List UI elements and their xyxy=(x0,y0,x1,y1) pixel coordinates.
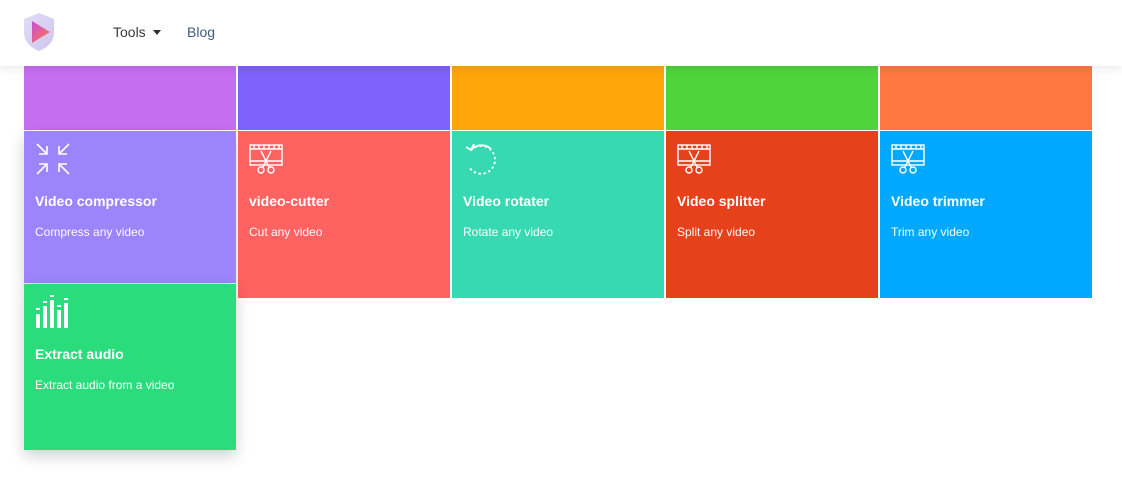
tile-description: Split any video xyxy=(677,225,756,239)
tile-title: video-cutter xyxy=(249,193,330,209)
tool-tile-video-trimmer[interactable]: Video trimmer Trim any video xyxy=(880,131,1092,298)
tile-description: Compress any video xyxy=(35,225,145,239)
tool-tile-extract-audio[interactable]: Extract audio Extract audio from a video xyxy=(24,284,236,450)
logo-icon[interactable] xyxy=(22,12,56,52)
tools-label: Tools xyxy=(113,24,146,40)
tile-description: Rotate any video xyxy=(463,225,554,239)
tool-tile-video-rotater[interactable]: Video rotater Rotate any video xyxy=(452,131,664,298)
rotate-icon xyxy=(465,143,496,175)
tile-title: Video compressor xyxy=(35,193,157,209)
tile-description: Extract audio from a video xyxy=(35,378,175,392)
film-scissors-icon xyxy=(249,144,283,174)
tile-title: Video rotater xyxy=(463,193,550,209)
tile-description: Cut any video xyxy=(249,225,323,239)
tool-tile-video-splitter[interactable]: Video splitter Split any video xyxy=(666,131,878,298)
audio-bars-icon xyxy=(36,295,68,328)
caret-down-icon xyxy=(152,30,161,35)
film-scissors-icon xyxy=(891,144,925,174)
tool-tile-video-compressor[interactable]: Video compressor Compress any video xyxy=(24,131,236,283)
top-navbar: Tools Blog xyxy=(0,0,1122,66)
tools-dropdown[interactable]: Tools xyxy=(113,24,161,40)
tile-title: Extract audio xyxy=(35,346,124,362)
tile-title: Video splitter xyxy=(677,193,766,209)
compress-arrows-icon xyxy=(36,143,70,175)
film-scissors-icon xyxy=(677,144,711,174)
tile-description: Trim any video xyxy=(891,225,970,239)
tool-tile-video-cutter[interactable]: video-cutter Cut any video xyxy=(238,131,450,298)
tile-title: Video trimmer xyxy=(891,193,985,209)
blog-link[interactable]: Blog xyxy=(187,24,215,40)
